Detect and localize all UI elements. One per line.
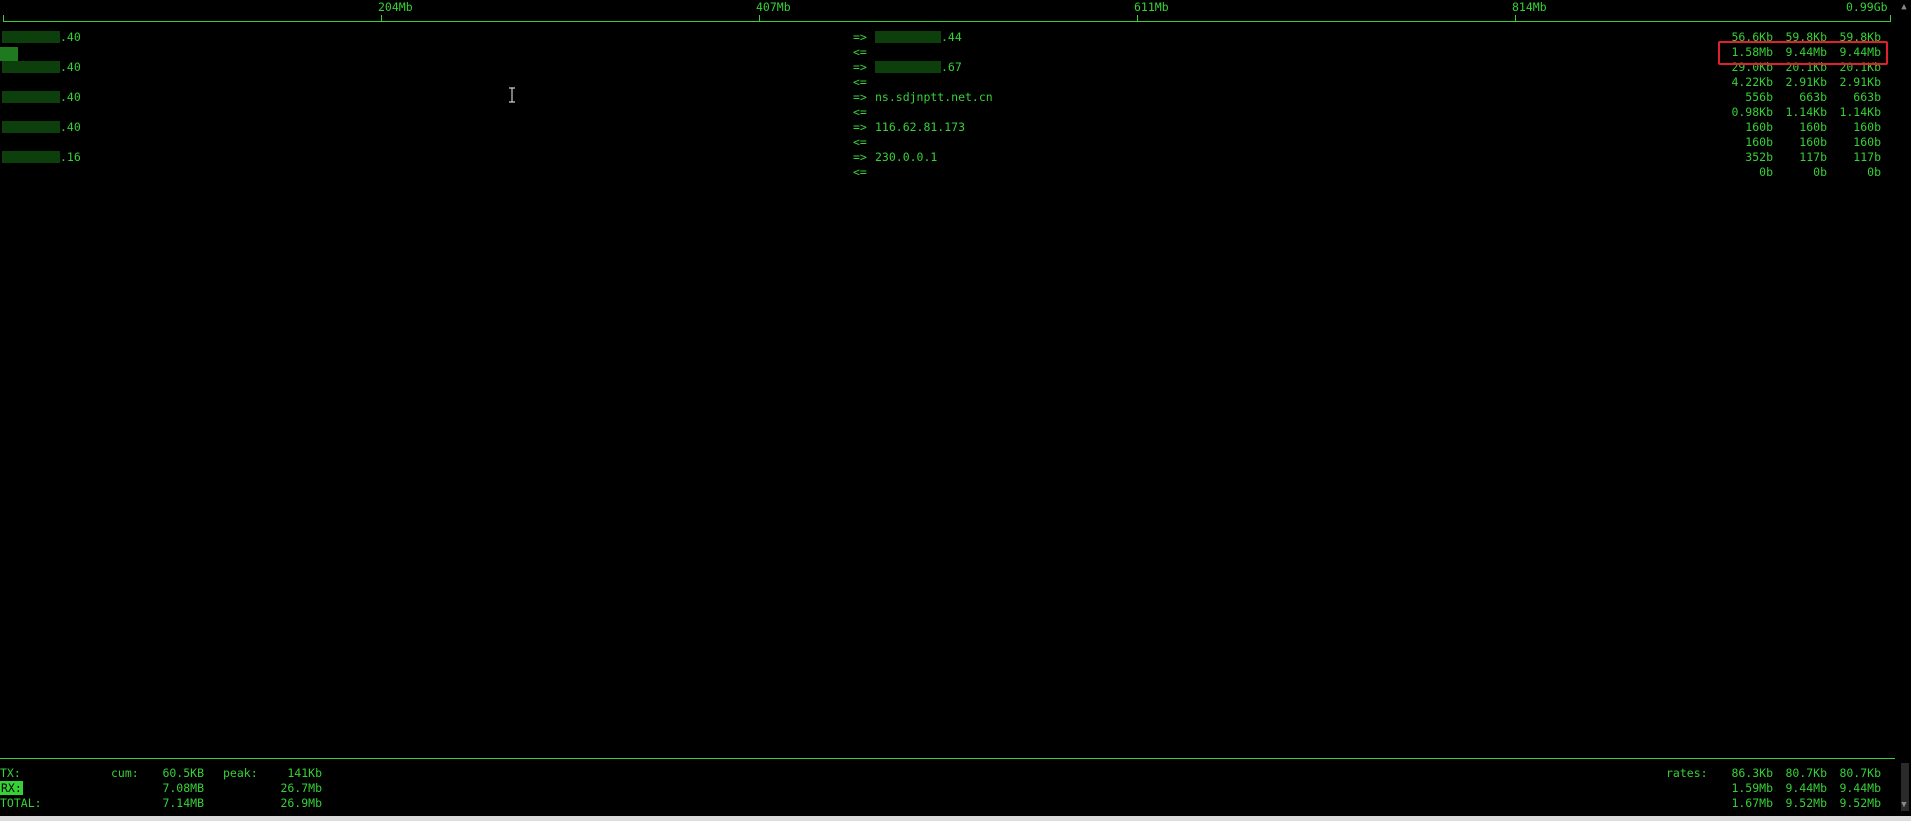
scroll-down-icon[interactable]: ▼ bbox=[1899, 800, 1909, 810]
remote-host: 230.0.0.1 bbox=[875, 150, 938, 164]
scale-tick-label-2: 407Mb bbox=[756, 0, 791, 14]
rx-rate-10s: 160b bbox=[1799, 135, 1827, 149]
redacted-address bbox=[875, 31, 941, 43]
rx-rate-40s: 9.44Mb bbox=[1839, 781, 1881, 795]
rx-rate-10s: 2.91Kb bbox=[1785, 75, 1827, 89]
rx-peak: 26.7Mb bbox=[280, 781, 322, 795]
tx-rate-40s: 663b bbox=[1853, 90, 1881, 104]
inbound-arrow: <= bbox=[853, 45, 867, 59]
scale-tick-2 bbox=[759, 15, 760, 21]
inbound-arrow: <= bbox=[853, 75, 867, 89]
scale-tick-label-5: 0.99Gb bbox=[1846, 0, 1888, 14]
inbound-arrow: <= bbox=[853, 135, 867, 149]
redacted-address bbox=[2, 151, 60, 163]
outbound-arrow: => bbox=[853, 90, 867, 104]
tx-rate-10s: 117b bbox=[1799, 150, 1827, 164]
scale-tick-label-1: 204Mb bbox=[378, 0, 413, 14]
tx-rate-2s: 556b bbox=[1745, 90, 1773, 104]
rates-label: rates: bbox=[1666, 766, 1708, 780]
inbound-arrow: <= bbox=[853, 105, 867, 119]
vertical-scrollbar[interactable]: ▲ ▼ bbox=[1897, 0, 1911, 821]
rx-label: RX: bbox=[0, 781, 23, 795]
tx-rate-10s: 663b bbox=[1799, 90, 1827, 104]
scale-tick-5 bbox=[1890, 15, 1891, 21]
remote-host: ns.sdjnptt.net.cn bbox=[875, 90, 993, 104]
remote-host: .44 bbox=[941, 30, 962, 44]
rx-cumulative: 7.08MB bbox=[162, 781, 204, 795]
local-host-suffix: .40 bbox=[60, 60, 81, 74]
text-cursor-icon bbox=[509, 87, 515, 103]
outbound-arrow: => bbox=[853, 60, 867, 74]
scale-axis-line bbox=[3, 21, 1891, 22]
scale-tick-4 bbox=[1515, 15, 1516, 21]
cum-label: cum: bbox=[111, 766, 139, 780]
scale-tick-label-4: 814Mb bbox=[1512, 0, 1547, 14]
tx-rate-40s: 80.7Kb bbox=[1839, 766, 1881, 780]
total-peak: 26.9Mb bbox=[280, 796, 322, 810]
rx-rate-2s: 1.59Mb bbox=[1731, 781, 1773, 795]
rx-rate-40s: 160b bbox=[1853, 135, 1881, 149]
outbound-arrow: => bbox=[853, 150, 867, 164]
footer-divider bbox=[0, 758, 1895, 759]
rx-rate-10s: 9.44Mb bbox=[1785, 781, 1827, 795]
local-host-suffix: .40 bbox=[60, 90, 81, 104]
rx-rate-10s: 1.14Kb bbox=[1785, 105, 1827, 119]
tx-label: TX: bbox=[0, 766, 21, 780]
scale-tick-1 bbox=[381, 15, 382, 21]
tx-rate-10s: 80.7Kb bbox=[1785, 766, 1827, 780]
tx-rate-40s: 117b bbox=[1853, 150, 1881, 164]
scale-tick-0 bbox=[3, 15, 4, 21]
peak-label: peak: bbox=[223, 766, 258, 780]
tx-rate-2s: 352b bbox=[1745, 150, 1773, 164]
window-bottom-edge bbox=[0, 816, 1911, 821]
rx-rate-2s: 4.22Kb bbox=[1731, 75, 1773, 89]
total-rate-40s: 9.52Mb bbox=[1839, 796, 1881, 810]
total-cumulative: 7.14MB bbox=[162, 796, 204, 810]
scale-tick-3 bbox=[1137, 15, 1138, 21]
scale-tick-label-3: 611Mb bbox=[1134, 0, 1169, 14]
tx-peak: 141Kb bbox=[287, 766, 322, 780]
total-label: TOTAL: bbox=[0, 796, 42, 810]
tx-rate-2s: 160b bbox=[1745, 120, 1773, 134]
redacted-address bbox=[2, 31, 60, 43]
tx-rate-10s: 160b bbox=[1799, 120, 1827, 134]
rx-rate-10s: 0b bbox=[1813, 165, 1827, 179]
redacted-address bbox=[2, 91, 60, 103]
tx-rate-40s: 160b bbox=[1853, 120, 1881, 134]
rx-rate-40s: 2.91Kb bbox=[1839, 75, 1881, 89]
rx-rate-40s: 1.14Kb bbox=[1839, 105, 1881, 119]
total-rate-10s: 9.52Mb bbox=[1785, 796, 1827, 810]
tx-cumulative: 60.5KB bbox=[162, 766, 204, 780]
rx-rate-2s: 0b bbox=[1759, 165, 1773, 179]
inbound-arrow: <= bbox=[853, 165, 867, 179]
local-host-suffix: .40 bbox=[60, 30, 81, 44]
rx-rate-2s: 160b bbox=[1745, 135, 1773, 149]
scroll-up-icon[interactable]: ▲ bbox=[1899, 2, 1909, 12]
remote-host: .67 bbox=[941, 60, 962, 74]
traffic-bar bbox=[0, 47, 18, 61]
rx-rate-40s: 0b bbox=[1867, 165, 1881, 179]
outbound-arrow: => bbox=[853, 30, 867, 44]
local-host-suffix: .16 bbox=[60, 150, 81, 164]
remote-host: 116.62.81.173 bbox=[875, 120, 966, 134]
tx-rate-2s: 86.3Kb bbox=[1731, 766, 1773, 780]
redacted-address bbox=[2, 61, 60, 73]
rx-rate-2s: 0.98Kb bbox=[1731, 105, 1773, 119]
redacted-address bbox=[875, 61, 941, 73]
outbound-arrow: => bbox=[853, 120, 867, 134]
local-host-suffix: .40 bbox=[60, 120, 81, 134]
total-rate-2s: 1.67Mb bbox=[1731, 796, 1773, 810]
redacted-address bbox=[2, 121, 60, 133]
highlight-box bbox=[1718, 41, 1888, 65]
